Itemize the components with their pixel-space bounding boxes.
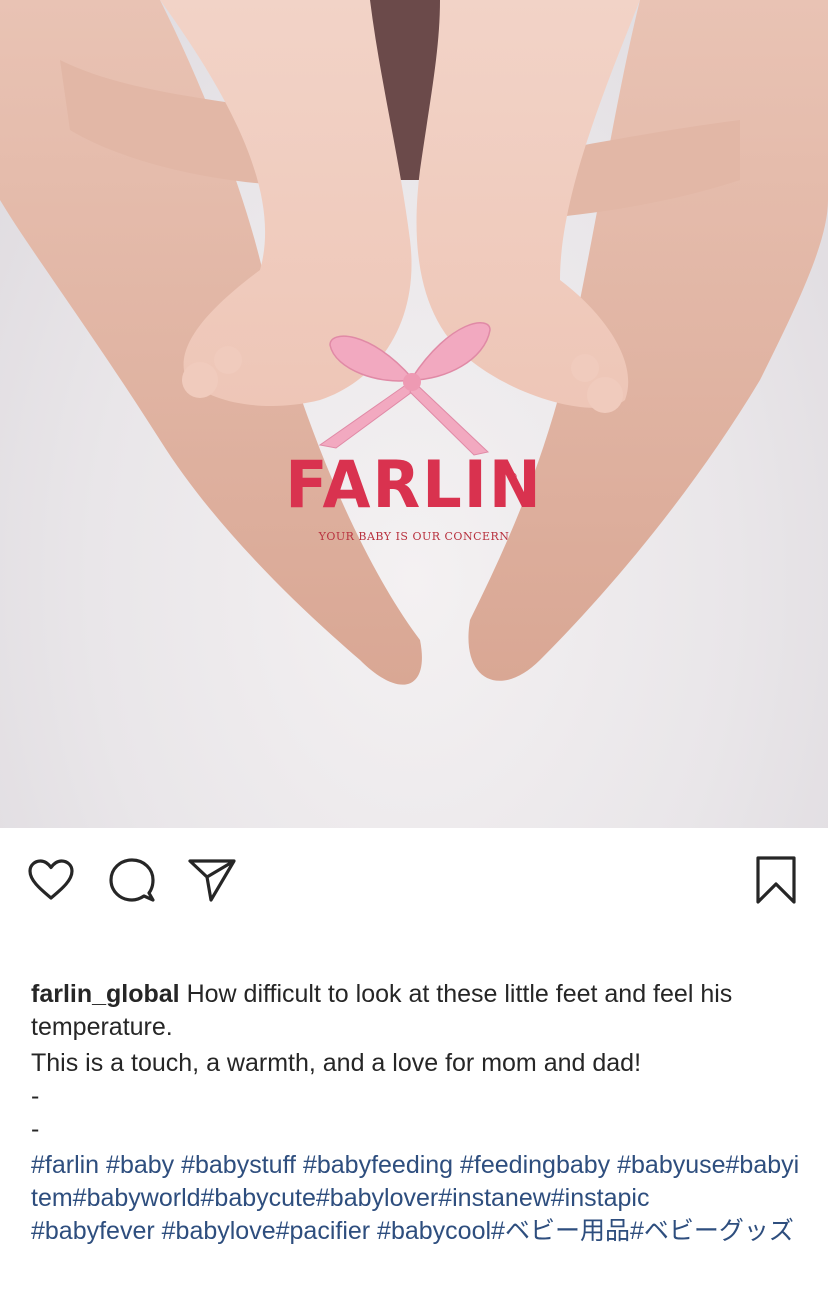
bookmark-icon [756, 856, 796, 904]
post-action-bar [0, 828, 828, 924]
post-caption: farlin_global How difficult to look at t… [31, 978, 801, 1248]
heart-icon [28, 859, 74, 900]
caption-separator: - [31, 1115, 40, 1143]
caption-separator: - [31, 1082, 40, 1110]
comment-icon [109, 858, 155, 902]
save-button[interactable] [750, 854, 802, 906]
post-photo[interactable]: FARLIN ® YOUR BABY IS OUR CONCERN [0, 0, 828, 828]
caption-first-paragraph: farlin_global How difficult to look at t… [31, 978, 801, 1044]
hashtags-block-1[interactable]: #farlin #baby #babystuff #babyfeeding #f… [31, 1149, 801, 1215]
photo-illustration [0, 0, 828, 685]
like-button[interactable] [25, 854, 77, 906]
send-icon [188, 859, 236, 902]
registered-mark: ® [508, 470, 517, 484]
share-button[interactable] [186, 854, 238, 906]
hashtags-block-2[interactable]: #babyfever #babylove#pacifier #babycool#… [31, 1215, 801, 1248]
comment-button[interactable] [106, 854, 158, 906]
username-link[interactable]: farlin_global [31, 980, 180, 1008]
brand-tagline: YOUR BABY IS OUR CONCERN [318, 530, 510, 543]
brand-logo: FARLIN [285, 446, 543, 523]
caption-text-2: This is a touch, a warmth, and a love fo… [31, 1049, 642, 1077]
